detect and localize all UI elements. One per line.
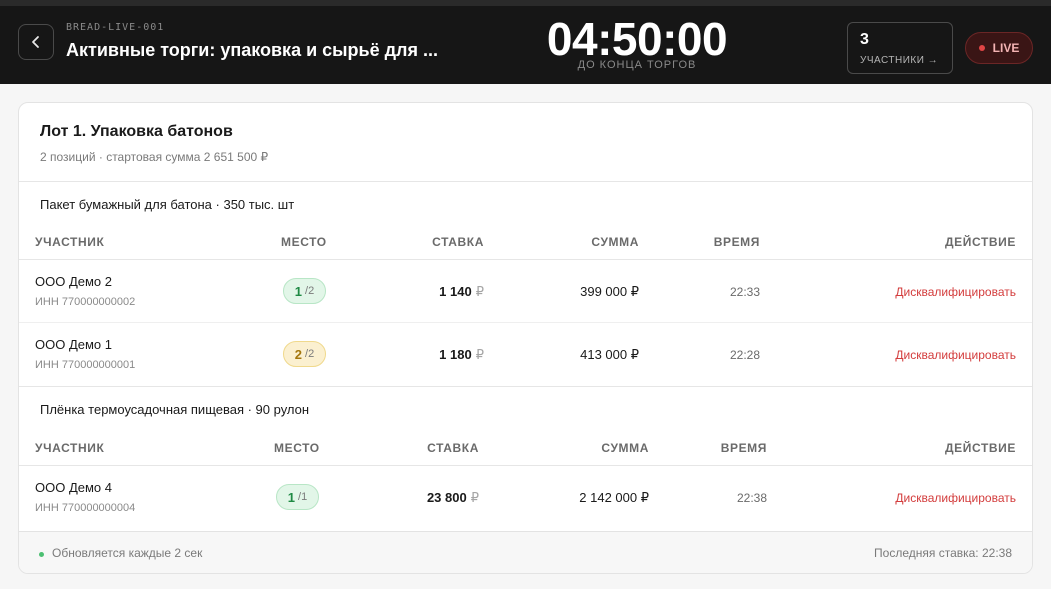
last-bid-time: Последняя ставка: 22:38 bbox=[874, 546, 1012, 560]
bid-time: 22:33 bbox=[729, 285, 760, 299]
place-value: 1 bbox=[294, 283, 303, 299]
lot-card: Лот 1. Упаковка батонов 2 позиций · стар… bbox=[18, 102, 1033, 574]
bid-value: 1 180 ₽ bbox=[384, 347, 484, 363]
chevron-left-icon bbox=[32, 36, 39, 48]
top-bar: BREAD-LIVE-001 Активные торги: упаковка … bbox=[0, 0, 1051, 84]
sum-value: 413 000 ₽ bbox=[580, 347, 639, 362]
divider bbox=[19, 386, 1032, 387]
lot-title: Лот 1. Упаковка батонов bbox=[40, 123, 233, 140]
divider bbox=[19, 465, 1032, 466]
company-name: ООО Демо 2 bbox=[35, 274, 112, 289]
place-total: /1 bbox=[298, 491, 308, 503]
column-place: МЕСТО bbox=[274, 441, 320, 455]
page-title: Активные торги: упаковка и сырьё для ... bbox=[66, 40, 438, 60]
place-value: 1 bbox=[287, 489, 296, 505]
column-participant: УЧАСТНИК bbox=[35, 235, 105, 249]
company-name: ООО Демо 1 bbox=[35, 337, 112, 352]
place-badge: 2/2 bbox=[283, 341, 326, 367]
column-time: ВРЕМЯ bbox=[713, 235, 760, 249]
bid-value: 23 800 ₽ bbox=[359, 490, 479, 506]
participants-button[interactable]: 3 УЧАСТНИКИ → bbox=[847, 22, 953, 74]
disqualify-button[interactable]: Дисквалифицировать bbox=[836, 491, 1016, 505]
place-value: 2 bbox=[294, 346, 303, 362]
place-total: /2 bbox=[305, 348, 315, 360]
countdown-timer: 04:50:00 bbox=[546, 13, 728, 65]
bid-currency: ₽ bbox=[475, 284, 484, 299]
bid-time: 22:38 bbox=[736, 491, 767, 505]
disqualify-button[interactable]: Дисквалифицировать bbox=[836, 348, 1016, 362]
column-bid: СТАВКА bbox=[432, 235, 484, 249]
sum-value: 399 000 ₽ bbox=[580, 284, 639, 299]
column-place: МЕСТО bbox=[281, 235, 327, 249]
card-footer: Обновляется каждые 2 сек Последняя ставк… bbox=[19, 531, 1032, 573]
status-dot-icon bbox=[39, 552, 44, 557]
update-status: Обновляется каждые 2 сек bbox=[52, 546, 203, 560]
auction-code: BREAD-LIVE-001 bbox=[66, 22, 165, 33]
sum-value: 2 142 000 ₽ bbox=[579, 490, 649, 505]
column-sum: СУММА bbox=[591, 235, 639, 249]
place-badge: 1/2 bbox=[283, 278, 326, 304]
bid-time: 22:28 bbox=[729, 348, 760, 362]
column-participant: УЧАСТНИК bbox=[35, 441, 105, 455]
column-action: ДЕЙСТВИЕ bbox=[945, 441, 1016, 455]
company-inn: ИНН 770000000001 bbox=[35, 359, 136, 371]
bid-currency: ₽ bbox=[470, 490, 479, 505]
place-badge: 1/1 bbox=[276, 484, 319, 510]
participants-label: УЧАСТНИКИ → bbox=[860, 55, 939, 66]
item-name: Плёнка термоусадочная пищевая · 90 рулон bbox=[40, 402, 310, 417]
lot-subtitle: 2 позиций · стартовая сумма 2 651 500 ₽ bbox=[40, 150, 269, 164]
bid-value: 1 140 ₽ bbox=[384, 284, 484, 300]
bid-amount: 23 800 bbox=[426, 490, 467, 505]
bid-currency: ₽ bbox=[475, 347, 484, 362]
company-inn: ИНН 770000000004 bbox=[35, 502, 136, 514]
column-time: ВРЕМЯ bbox=[720, 441, 767, 455]
column-action: ДЕЙСТВИЕ bbox=[945, 235, 1016, 249]
item-name: Пакет бумажный для батона · 350 тыс. шт bbox=[40, 197, 295, 212]
back-button[interactable] bbox=[18, 24, 54, 60]
live-label: LIVE bbox=[992, 41, 1020, 55]
divider bbox=[19, 181, 1032, 182]
company-name: ООО Демо 4 bbox=[35, 480, 112, 495]
live-badge: LIVE bbox=[965, 32, 1033, 64]
column-sum: СУММА bbox=[601, 441, 649, 455]
divider bbox=[19, 322, 1032, 323]
participants-count: 3 bbox=[860, 31, 869, 48]
place-total: /2 bbox=[305, 285, 315, 297]
timer-label: ДО КОНЦА ТОРГОВ bbox=[577, 59, 697, 71]
company-inn: ИНН 770000000002 bbox=[35, 296, 136, 308]
bid-amount: 1 180 bbox=[439, 347, 472, 362]
disqualify-button[interactable]: Дисквалифицировать bbox=[836, 285, 1016, 299]
bid-amount: 1 140 bbox=[439, 284, 472, 299]
column-bid: СТАВКА bbox=[427, 441, 479, 455]
divider bbox=[19, 259, 1032, 260]
live-dot-icon bbox=[978, 45, 985, 51]
